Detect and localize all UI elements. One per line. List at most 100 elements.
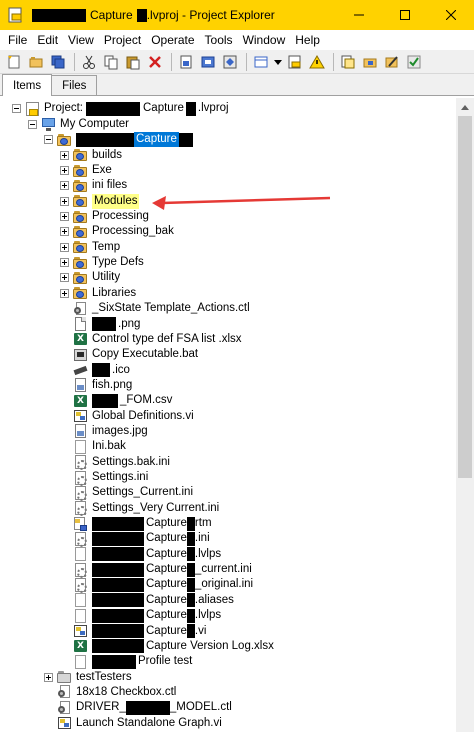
tree-item[interactable]: Settings.bak.ini [60, 455, 170, 471]
tree-item[interactable]: Launch Standalone Graph.vi [44, 715, 222, 730]
folder-icon [73, 256, 88, 270]
tree-item-project[interactable]: Project: Capture .lvproj [12, 101, 229, 116]
tree-item-target[interactable]: Capture [44, 132, 193, 148]
file-icon [73, 439, 88, 454]
menu-window[interactable]: Window [238, 30, 291, 50]
redacted-block [186, 608, 195, 623]
control-file-icon [57, 700, 72, 715]
paste-icon[interactable] [123, 52, 143, 72]
close-button[interactable] [428, 0, 474, 30]
menu-help[interactable]: Help [290, 30, 325, 50]
tree-item-my-computer[interactable]: My Computer [28, 117, 129, 132]
collapse-toggle[interactable] [28, 119, 37, 129]
scrollbar-thumb[interactable] [458, 116, 472, 478]
build-icon[interactable] [198, 52, 218, 72]
expand-toggle[interactable] [60, 181, 69, 191]
tree-item[interactable]: Processing [60, 209, 149, 224]
warning-icon[interactable] [307, 52, 327, 72]
expand-toggle[interactable] [60, 196, 69, 206]
view-tabs: Items Files [0, 74, 474, 96]
tab-items[interactable]: Items [2, 74, 53, 96]
project-icon[interactable] [285, 52, 305, 72]
check-icon[interactable] [404, 52, 424, 72]
tree-item[interactable]: builds [60, 148, 122, 163]
folder-icon[interactable] [360, 52, 380, 72]
tree-item[interactable]: X Capture Version Log.xlsx [60, 639, 274, 654]
tree-item[interactable]: testTesters [44, 669, 132, 684]
tree-item[interactable]: Global Definitions.vi [60, 408, 194, 423]
tree-item[interactable]: 18x18 Checkbox.ctl [44, 685, 176, 700]
tree-item[interactable]: _SixState Template_Actions.ctl [60, 301, 250, 316]
tree-item[interactable]: Capture .ini [60, 531, 210, 547]
tree-item[interactable]: Capture _original.ini [60, 577, 253, 593]
view-icon[interactable] [251, 52, 271, 72]
menu-view[interactable]: View [63, 30, 99, 50]
tree-item[interactable]: Profile test [60, 654, 192, 669]
collapse-toggle[interactable] [12, 104, 21, 114]
tree-item[interactable]: X _FOM.csv [60, 393, 172, 408]
files-icon[interactable] [338, 52, 358, 72]
minimize-button[interactable] [336, 0, 382, 30]
menu-tools[interactable]: Tools [200, 30, 238, 50]
tree-item[interactable]: Modules [60, 193, 140, 209]
add-file-icon[interactable] [176, 52, 196, 72]
cut-icon[interactable] [79, 52, 99, 72]
expand-toggle[interactable] [60, 166, 69, 176]
expand-toggle[interactable] [60, 288, 69, 298]
tree-item[interactable]: DRIVER_ _MODEL.ctl [44, 700, 232, 715]
expand-toggle[interactable] [60, 150, 69, 160]
project-tree[interactable]: Project: Capture .lvproj My Computer Cap… [4, 98, 456, 732]
expand-toggle[interactable] [60, 258, 69, 268]
deploy-icon[interactable] [220, 52, 240, 72]
title-bar[interactable]: Capture .lvproj - Project Explorer [0, 0, 474, 30]
edit-icon[interactable] [382, 52, 402, 72]
copy-icon[interactable] [101, 52, 121, 72]
tree-item[interactable]: Exe [60, 163, 112, 178]
tree-item[interactable]: Ini.bak [60, 439, 126, 454]
expand-toggle[interactable] [60, 242, 69, 252]
tree-item[interactable]: Processing_bak [60, 224, 174, 239]
collapse-toggle[interactable] [44, 135, 53, 145]
tree-item[interactable]: Capture .lvlps [60, 608, 221, 623]
redacted-block [92, 547, 144, 562]
tree-item[interactable]: Libraries [60, 286, 136, 301]
tree-item[interactable]: Settings.ini [60, 470, 148, 486]
menu-file[interactable]: File [3, 30, 32, 50]
maximize-button[interactable] [382, 0, 428, 30]
dropdown-icon[interactable] [273, 52, 283, 72]
item-name: Capture [146, 609, 187, 622]
delete-icon[interactable] [145, 52, 165, 72]
tree-item[interactable]: Settings_Very Current.ini [60, 501, 219, 517]
toolbar [0, 50, 474, 74]
tree-item[interactable]: .ico [60, 362, 130, 378]
scroll-up-arrow-icon[interactable] [456, 98, 474, 115]
tree-item[interactable]: fish.png [60, 378, 132, 393]
item-name: ini files [92, 179, 128, 192]
tree-item[interactable]: Capture .lvlps [60, 547, 221, 562]
tree-item[interactable]: Capture .aliases [60, 593, 234, 608]
tree-item[interactable]: Capture rtm [60, 516, 212, 531]
tree-item[interactable]: Capture _current.ini [60, 562, 252, 578]
menu-operate[interactable]: Operate [146, 30, 199, 50]
expand-toggle[interactable] [44, 672, 53, 682]
expand-toggle[interactable] [60, 273, 69, 283]
tree-item[interactable]: ini files [60, 178, 127, 193]
expand-toggle[interactable] [60, 227, 69, 237]
menu-edit[interactable]: Edit [32, 30, 63, 50]
tree-item[interactable]: Type Defs [60, 255, 144, 270]
vertical-scrollbar[interactable] [456, 98, 474, 732]
tree-item[interactable]: Temp [60, 240, 120, 255]
tree-item[interactable]: Copy Executable.bat [60, 347, 198, 362]
tree-item[interactable]: Settings_Current.ini [60, 485, 193, 501]
tree-item[interactable]: .png [60, 316, 140, 332]
tree-item[interactable]: images.jpg [60, 424, 148, 439]
open-icon[interactable] [26, 52, 46, 72]
tab-files[interactable]: Files [51, 75, 98, 95]
tree-item[interactable]: Capture .vi [60, 623, 206, 639]
menu-project[interactable]: Project [99, 30, 146, 50]
expand-toggle[interactable] [60, 212, 69, 222]
new-icon[interactable] [4, 52, 24, 72]
tree-item[interactable]: X Control type def FSA list .xlsx [60, 332, 242, 347]
save-all-icon[interactable] [48, 52, 68, 72]
tree-item[interactable]: Utility [60, 270, 120, 285]
